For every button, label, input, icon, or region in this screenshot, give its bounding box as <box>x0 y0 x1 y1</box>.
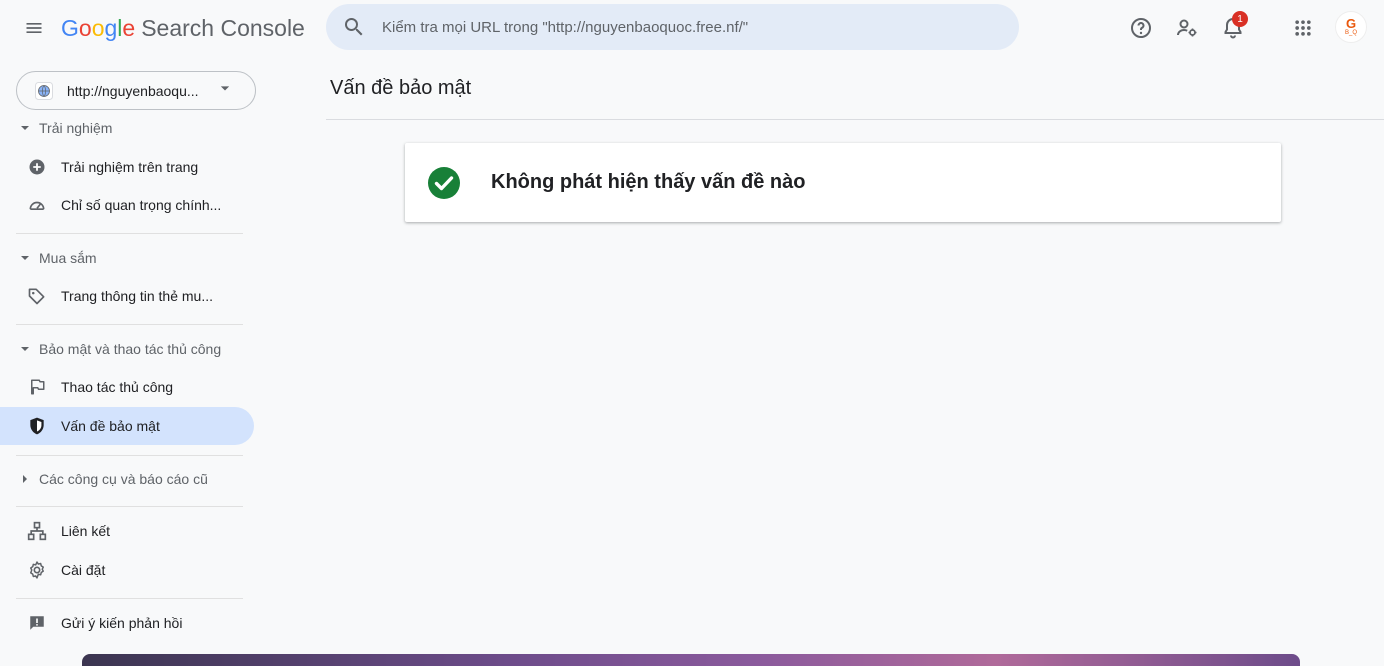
section-header-security[interactable]: Bảo mật và thao tác thủ công <box>18 339 221 359</box>
product-name: Search Console <box>141 14 305 41</box>
section-title: Trải nghiệm <box>39 120 113 136</box>
status-message: Không phát hiện thấy vấn đề nào <box>491 171 806 193</box>
search-input[interactable] <box>382 18 982 36</box>
top-app-bar: GoogleSearch Console 1 G B_Q <box>0 0 1384 56</box>
page-title-divider <box>326 119 1384 120</box>
apps-grid-icon[interactable] <box>1286 11 1320 45</box>
avatar-logo-icon: G <box>1345 15 1357 31</box>
nav-item-settings[interactable]: Cài đặt <box>0 551 254 589</box>
search-icon[interactable] <box>342 15 366 39</box>
logo-letter: o <box>78 14 92 41</box>
sidebar-divider <box>16 598 243 599</box>
links-icon <box>27 521 47 541</box>
menu-icon[interactable] <box>18 12 50 44</box>
nav-item-manual-actions[interactable]: Thao tác thủ công <box>0 368 254 406</box>
property-label: http://nguyenbaoqu... <box>67 82 199 99</box>
speedometer-icon <box>27 195 47 215</box>
nav-item-page-experience[interactable]: Trải nghiệm trên trang <box>0 148 254 186</box>
page-title: Vấn đề bảo mật <box>330 77 472 99</box>
logo-letter: e <box>122 14 136 41</box>
collapse-arrow-icon <box>18 342 32 356</box>
expand-arrow-icon <box>18 472 32 486</box>
section-header-shopping[interactable]: Mua sắm <box>18 248 97 268</box>
globe-icon <box>35 81 53 100</box>
section-title: Mua sắm <box>39 250 97 266</box>
logo-letter: G <box>61 14 79 41</box>
feedback-icon <box>27 613 47 633</box>
help-icon[interactable] <box>1124 11 1158 45</box>
dropdown-arrow-icon <box>215 78 235 103</box>
section-title: Bảo mật và thao tác thủ công <box>39 341 222 357</box>
os-dock-edge <box>82 654 1300 666</box>
flag-icon <box>27 377 47 397</box>
manage-users-icon[interactable] <box>1170 11 1204 45</box>
check-circle-icon <box>427 166 461 200</box>
nav-item-links[interactable]: Liên kết <box>0 512 254 550</box>
shield-icon <box>27 416 47 436</box>
notification-badge: 1 <box>1232 11 1248 27</box>
nav-item-label: Thao tác thủ công <box>61 379 174 395</box>
logo-letter: g <box>104 14 118 41</box>
sidebar-divider <box>16 506 243 507</box>
section-header-legacy-tools[interactable]: Các công cụ và báo cáo cũ <box>18 469 208 489</box>
settings-icon <box>27 560 47 580</box>
section-header-experience[interactable]: Trải nghiệm <box>18 118 112 138</box>
search-console-logo[interactable]: Go o g l e Search Console <box>61 13 305 43</box>
nav-item-merchant-listings[interactable]: Trang thông tin thẻ mu... <box>0 277 254 315</box>
sidebar-divider <box>16 324 243 325</box>
nav-item-label: Liên kết <box>61 523 111 539</box>
nav-item-label: Trang thông tin thẻ mu... <box>61 288 214 304</box>
security-status-card: Không phát hiện thấy vấn đề nào <box>405 143 1281 222</box>
nav-item-label: Chỉ số quan trọng chính... <box>61 197 222 213</box>
nav-item-label: Cài đặt <box>61 562 106 578</box>
sidebar-divider <box>16 233 243 234</box>
collapse-arrow-icon <box>18 251 32 265</box>
nav-item-label: Vấn đề bảo mật <box>61 418 160 434</box>
tag-icon <box>27 286 47 306</box>
nav-item-security-issues[interactable]: Vấn đề bảo mật <box>0 407 254 445</box>
nav-item-label: Trải nghiệm trên trang <box>61 159 199 175</box>
avatar-initials: B_Q <box>1344 29 1357 36</box>
section-title: Các công cụ và báo cáo cũ <box>39 471 208 487</box>
collapse-arrow-icon <box>18 121 32 135</box>
plus-circle-icon <box>27 157 47 177</box>
nav-item-core-web-vitals[interactable]: Chỉ số quan trọng chính... <box>0 186 254 224</box>
logo-letter: o <box>91 14 105 41</box>
account-avatar[interactable]: G B_Q <box>1335 11 1367 43</box>
url-inspection-search[interactable] <box>326 4 1019 50</box>
nav-item-label: Gửi ý kiến phản hồi <box>61 615 183 631</box>
property-selector[interactable]: http://nguyenbaoqu... <box>16 71 256 110</box>
sidebar-divider <box>16 455 243 456</box>
nav-item-feedback[interactable]: Gửi ý kiến phản hồi <box>0 604 254 642</box>
